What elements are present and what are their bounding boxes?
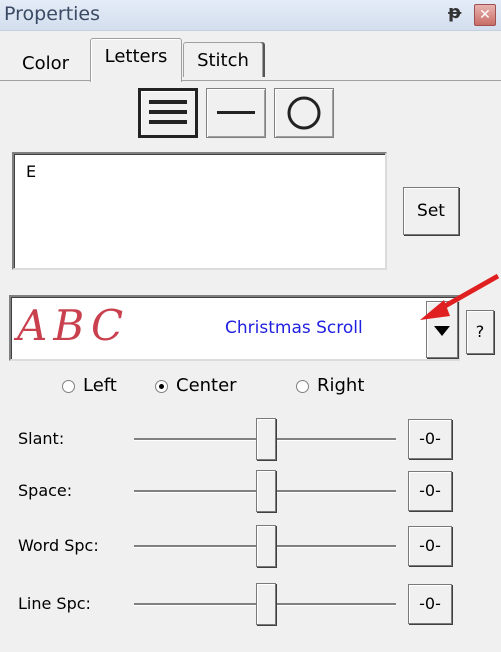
single-line-layout-button[interactable] xyxy=(206,88,266,138)
multi-line-layout-button[interactable] xyxy=(138,88,198,138)
slant-reset-button[interactable]: -0- xyxy=(408,419,452,459)
circle-icon xyxy=(287,96,321,130)
align-left-label: Left xyxy=(83,375,117,396)
circle-layout-button[interactable] xyxy=(274,88,334,138)
multi-line-icon xyxy=(149,100,187,124)
align-center-label: Center xyxy=(176,375,237,396)
panel-title: Properties xyxy=(4,3,101,25)
set-button[interactable]: Set xyxy=(403,187,459,235)
tab-letters[interactable]: Letters xyxy=(90,38,182,82)
line-spacing-label: Line Spc: xyxy=(18,594,91,613)
align-right-radio[interactable]: Right xyxy=(296,375,364,396)
line-spacing-slider-thumb[interactable] xyxy=(256,583,276,625)
font-selector[interactable]: ABC Christmas Scroll xyxy=(9,295,460,361)
title-bar: Properties ᵽ ✕ xyxy=(0,0,501,31)
align-left-radio[interactable]: Left xyxy=(62,375,117,396)
word-spacing-reset-button[interactable]: -0- xyxy=(408,526,452,566)
tab-color[interactable]: Color xyxy=(8,50,83,78)
space-label: Space: xyxy=(18,481,73,500)
align-center-radio[interactable]: Center xyxy=(155,375,237,396)
tab-stitch[interactable]: Stitch xyxy=(183,42,263,77)
space-slider-thumb[interactable] xyxy=(256,470,276,512)
slant-label: Slant: xyxy=(18,429,65,448)
space-reset-button[interactable]: -0- xyxy=(408,471,452,511)
pin-icon[interactable]: ᵽ xyxy=(448,2,461,23)
close-icon[interactable]: ✕ xyxy=(474,4,496,26)
radio-icon xyxy=(62,379,75,393)
line-icon xyxy=(217,111,255,114)
word-spacing-slider-thumb[interactable] xyxy=(256,525,276,567)
annotation-arrow-icon xyxy=(420,273,500,320)
slant-slider-thumb[interactable] xyxy=(256,418,276,460)
line-spacing-reset-button[interactable]: -0- xyxy=(408,584,452,624)
radio-selected-icon xyxy=(155,379,168,393)
font-name: Christmas Scroll xyxy=(225,318,363,338)
word-spacing-label: Word Spc: xyxy=(18,536,99,555)
align-right-label: Right xyxy=(317,375,365,396)
letters-text-input[interactable]: E xyxy=(12,152,387,270)
tab-divider xyxy=(0,80,501,81)
font-preview: ABC xyxy=(17,301,130,350)
radio-icon xyxy=(296,379,309,393)
